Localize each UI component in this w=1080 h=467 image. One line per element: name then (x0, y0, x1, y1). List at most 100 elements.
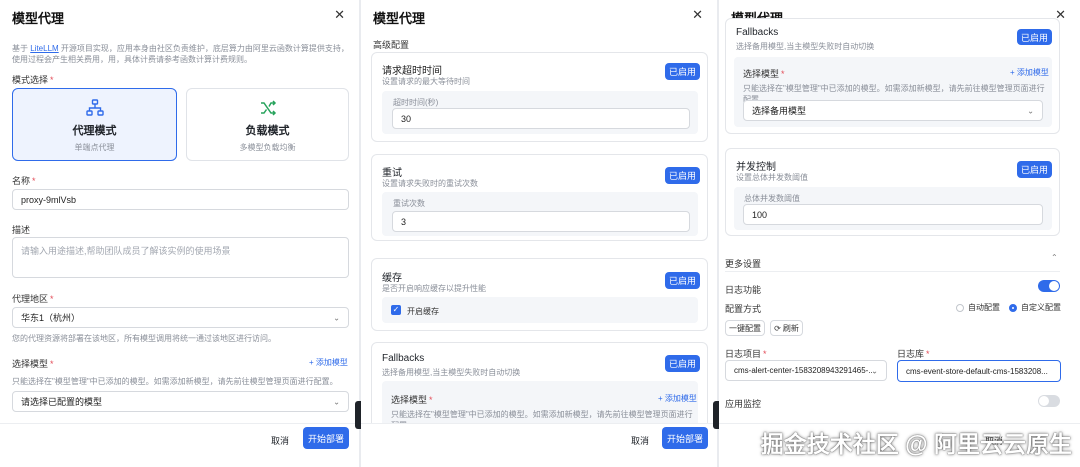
close-icon[interactable]: ✕ (334, 7, 345, 23)
retry-input[interactable]: 3 (392, 211, 690, 232)
chevron-up-icon[interactable]: ⌃ (1051, 253, 1058, 262)
concurrency-field-group: 总体并发数阈值 100 (734, 187, 1052, 230)
region-label: 代理地区 * (12, 294, 54, 304)
deploy-button[interactable]: 开始部署 (303, 427, 349, 449)
mode-card-loadbalance[interactable]: 负载模式 多模型负载均衡 (186, 88, 349, 161)
intro-text: 基于 LiteLLM 开源项目实现，应用本身由社区负责维护，底层算力由阿里云函数… (12, 43, 350, 65)
refresh-button[interactable]: ⟳ 刷新 (770, 320, 803, 336)
fallbacks-field-group: 选择模型 * + 添加模型 只能选择在"模型管理"中已添加的模型。如需添加新模型，… (734, 57, 1052, 127)
enabled-badge[interactable]: 已启用 (1017, 29, 1052, 45)
card-desc: 设置请求的最大等待时间 (382, 77, 470, 86)
chevron-down-icon: ⌄ (871, 366, 878, 375)
panel-title: 模型代理 (12, 11, 65, 26)
log-toggle[interactable] (1038, 280, 1060, 292)
checkbox-label: 开启缓存 (407, 307, 439, 316)
add-model-link[interactable]: + 添加模型 (309, 357, 348, 368)
cancel-button[interactable]: 取消 (631, 434, 649, 447)
proxy-config-panel-basic: 模型代理 ✕ 基于 LiteLLM 开源项目实现，应用本身由社区负责维护，底层算… (0, 0, 359, 467)
intro-line2: 用，具体计费请参考函数计算计费规则。 (108, 55, 252, 64)
retry-field-group: 重试次数 3 (382, 192, 698, 236)
mode-title: 负载模式 (245, 125, 290, 137)
card-desc: 选择备用模型,当主模型失败时自动切换 (736, 42, 875, 51)
card-desc: 设置总体并发数阈值 (736, 173, 808, 182)
model-label: 选择模型 * (391, 395, 433, 405)
cache-field-group: ✓ 开启缓存 (382, 297, 698, 323)
enabled-badge[interactable]: 已启用 (1017, 161, 1052, 178)
card-desc: 选择备用模型,当主模型失败时自动切换 (382, 368, 521, 377)
refresh-icon: ⟳ (774, 323, 781, 333)
region-select[interactable]: 华东1（杭州） ⌄ (12, 307, 349, 328)
log-project-label: 日志项目 * (725, 349, 767, 359)
radio-auto-config[interactable]: 自动配置 (956, 302, 1000, 313)
region-hint: 您的代理资源将部署在该地区，所有模型调用将统一通过该地区进行访问。 (12, 334, 276, 343)
cache-checkbox[interactable]: ✓ (391, 305, 401, 315)
radio-indicator (956, 303, 964, 312)
config-method-label: 配置方式 (725, 304, 762, 314)
model-label: 选择模型 * (743, 69, 785, 79)
log-store-label: 日志库 * (897, 349, 930, 359)
proxy-config-panel-more: 模型代理 ✕ Fallbacks 选择备用模型,当主模型失败时自动切换 已启用 … (719, 0, 1080, 467)
enabled-badge[interactable]: 已启用 (665, 355, 700, 372)
timeout-input[interactable]: 30 (392, 108, 690, 129)
fallback-model-select[interactable]: 选择备用模型 ⌄ (743, 100, 1043, 121)
timeout-field-group: 超时时间(秒) 30 (382, 91, 698, 134)
app-monitor-toggle[interactable] (1038, 395, 1060, 407)
enabled-badge[interactable]: 已启用 (665, 63, 700, 80)
log-project-select[interactable]: cms-alert-center-1583208943291465-... ⌄ (725, 360, 887, 381)
card-desc: 设置请求失败时的重试次数 (382, 179, 478, 188)
mode-label: 模式选择 * (12, 75, 54, 85)
concurrency-card: 并发控制 设置总体并发数阈值 已启用 总体并发数阈值 100 (725, 148, 1060, 236)
chevron-down-icon: ⌄ (1027, 106, 1034, 115)
close-icon[interactable]: ✕ (692, 7, 703, 23)
section-title: 高级配置 (373, 40, 410, 50)
enabled-badge[interactable]: 已启用 (665, 167, 700, 184)
radio-custom-config[interactable]: 自定义配置 (1009, 302, 1061, 313)
model-label: 选择模型 * (12, 359, 54, 369)
log-label: 日志功能 (725, 285, 762, 295)
mode-desc: 多模型负载均衡 (239, 143, 296, 152)
more-settings-label: 更多设置 (725, 259, 762, 269)
card-title: 请求超时时间 (382, 66, 442, 77)
hierarchy-icon (85, 99, 104, 116)
side-drawer-handle[interactable] (355, 401, 361, 429)
description-textarea[interactable]: 请输入用途描述,帮助团队成员了解该实例的使用场景 (12, 237, 349, 278)
field-label: 超时时间(秒) (393, 98, 439, 107)
add-model-link[interactable]: + 添加模型 (1010, 67, 1049, 78)
concurrency-input[interactable]: 100 (743, 204, 1043, 225)
fallbacks-card: Fallbacks 选择备用模型,当主模型失败时自动切换 已启用 选择模型 * +… (725, 18, 1060, 134)
description-label: 描述 (12, 225, 31, 235)
mode-title: 代理模式 (72, 125, 117, 137)
timeout-card: 请求超时时间 设置请求的最大等待时间 已启用 超时时间(秒) 30 (371, 52, 708, 142)
card-title: 并发控制 (736, 162, 776, 173)
field-label: 重试次数 (393, 199, 425, 208)
field-label: 总体并发数阈值 (744, 194, 800, 203)
panel-title: 模型代理 (373, 11, 426, 26)
intro-prefix: 基于 (12, 44, 31, 53)
card-title: Fallbacks (382, 353, 425, 364)
card-title: 重试 (382, 168, 402, 179)
card-desc: 是否开启响应缓存以提升性能 (382, 284, 486, 293)
proxy-config-panel-advanced: 模型代理 ✕ 高级配置 请求超时时间 设置请求的最大等待时间 已启用 超时时间(… (361, 0, 717, 467)
name-label: 名称 * (12, 176, 36, 186)
litellm-link[interactable]: LiteLLM (30, 44, 58, 53)
log-store-select[interactable]: cms-event-store-default-cms-1583208... (897, 360, 1061, 382)
one-click-config-button[interactable]: 一键配置 (725, 320, 765, 336)
cache-card: 缓存 是否开启响应缓存以提升性能 已启用 ✓ 开启缓存 (371, 258, 708, 331)
model-hint: 只能选择在"模型管理"中已添加的模型。如需添加新模型，请先前往模型管理页面进行配… (12, 377, 338, 386)
divider (725, 271, 1060, 272)
cancel-button[interactable]: 取消 (271, 434, 289, 447)
mode-desc: 单端点代理 (74, 143, 115, 152)
card-title: Fallbacks (736, 27, 779, 38)
app-monitor-label: 应用监控 (725, 399, 762, 409)
shuffle-icon (260, 100, 276, 116)
enabled-badge[interactable]: 已启用 (665, 272, 700, 289)
mode-card-proxy[interactable]: 代理模式 单端点代理 (12, 88, 177, 161)
watermark-text: 掘金技术社区 @ 阿里云云原生 (760, 431, 1072, 457)
name-input[interactable]: proxy-9mlVsb (12, 189, 349, 210)
deploy-button[interactable]: 开始部署 (662, 427, 708, 449)
model-select[interactable]: 请选择已配置的模型 ⌄ (12, 391, 349, 412)
radio-indicator (1009, 303, 1017, 312)
chevron-down-icon: ⌄ (333, 397, 340, 406)
chevron-down-icon: ⌄ (333, 313, 340, 322)
add-model-link[interactable]: + 添加模型 (658, 393, 697, 404)
